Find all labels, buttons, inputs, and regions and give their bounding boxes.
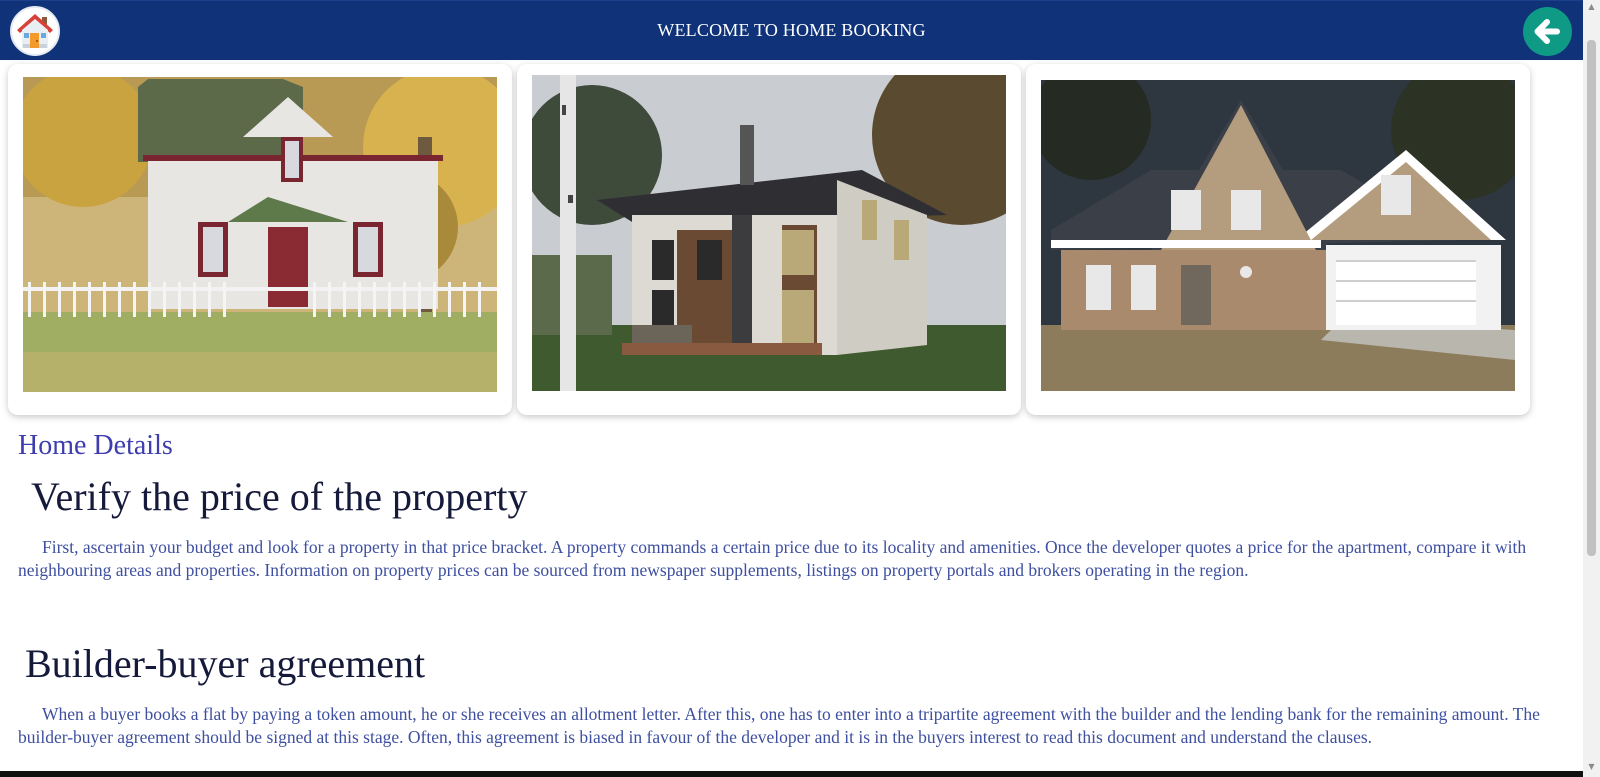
house-photo-3: [1041, 80, 1515, 391]
section-label: Home Details: [18, 430, 173, 461]
house-card-3[interactable]: [1026, 64, 1530, 415]
back-button[interactable]: [1523, 7, 1572, 56]
house-photo-1: [23, 77, 497, 392]
house-photo-2: [532, 75, 1006, 391]
section-heading-price: Verify the price of the property: [31, 474, 528, 519]
scrollbar-thumb[interactable]: [1587, 40, 1596, 556]
scroll-up-arrow-icon[interactable]: ▲: [1587, 2, 1596, 11]
section-heading-agreement: Builder-buyer agreement: [25, 641, 426, 686]
section-body-agreement: When a buyer books a flat by paying a to…: [18, 704, 1540, 747]
top-header-bar: WELCOME TO HOME BOOKING: [0, 0, 1583, 60]
header-title: WELCOME TO HOME BOOKING: [657, 20, 926, 40]
scroll-down-arrow-icon[interactable]: ▼: [1587, 762, 1596, 771]
taskbar-strip: [0, 771, 1583, 777]
section-body-price: First, ascertain your budget and look fo…: [18, 537, 1527, 580]
house-card-2[interactable]: [517, 64, 1021, 415]
arrow-left-icon: [1534, 19, 1560, 44]
house-card-1[interactable]: [8, 64, 512, 415]
